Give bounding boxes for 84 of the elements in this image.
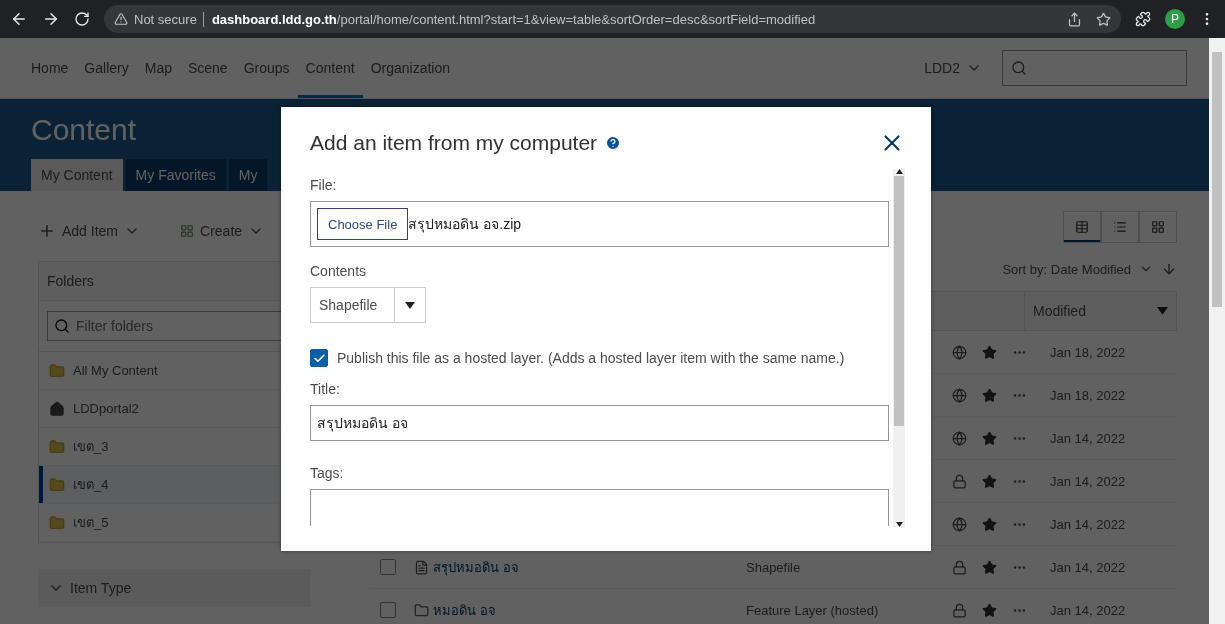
nav-link[interactable]: Home [23,38,77,98]
row-checkbox[interactable] [380,602,396,618]
contents-select[interactable]: Shapefile [310,287,426,323]
folder-icon [49,514,65,531]
share-icon[interactable] [1067,11,1082,27]
nav-link[interactable]: Content [297,38,363,98]
add-item-button[interactable]: Add Item [38,222,141,240]
caret-icon [1157,307,1168,315]
back-icon[interactable] [10,10,28,28]
caret-icon [405,301,415,309]
choose-file-button[interactable]: Choose File [317,208,409,240]
search-icon [1011,60,1027,76]
tab[interactable]: My [228,159,268,191]
dialog-title: Add an item from my computer [310,131,598,155]
warning-icon [114,12,128,26]
user-menu[interactable]: LDD2 [924,60,982,76]
tab[interactable]: My Favorites [125,159,226,191]
field-label: Title: [310,381,341,397]
favorite-icon[interactable] [982,344,997,360]
favorite-icon[interactable] [982,602,997,618]
item-title-link[interactable]: สรุปหมอดิน อจ [414,556,738,578]
check-icon [312,351,326,365]
nav-link[interactable]: Scene [179,38,236,98]
bookmark-icon[interactable] [1096,11,1111,27]
favorite-icon[interactable] [982,516,997,532]
view-toggle-button[interactable] [1063,211,1101,243]
table-cell-text: Jan 18, 2022 [1049,387,1127,403]
favorite-icon[interactable] [982,559,997,575]
file-name: สรุปหมอดิน อจ.zip [408,215,522,235]
plus-icon [38,222,56,240]
list-view-icon [1113,220,1127,234]
item-title-link[interactable]: หมอดิน อจ [414,599,738,621]
title-field[interactable]: สรุปหมอดิน อจ [310,405,889,441]
grid-view-icon [1151,220,1165,234]
nav-link[interactable]: Groups [235,38,298,98]
table-cell-text: Feature Layer (hosted) [745,602,880,618]
tab[interactable]: My Content [31,159,123,191]
view-toggle-button[interactable] [1101,211,1139,243]
file-field[interactable]: Choose File สรุปหมอดิน อจ.zip [310,201,889,247]
table-cell-text: Jan 14, 2022 [1049,516,1127,532]
table-cell-text: Jan 18, 2022 [1049,344,1127,360]
document-icon [414,559,429,575]
table-cell-text: Jan 14, 2022 [1049,559,1127,575]
security-label: Not secure [134,11,197,27]
table-cell-text: Shapefile [745,559,802,575]
dialog-scrollbar[interactable] [893,169,905,527]
row-checkbox[interactable] [380,559,396,575]
page-scrollbar[interactable] [1209,38,1225,624]
search-field[interactable] [1002,50,1187,86]
scroll-down-icon [895,522,903,527]
nav-link[interactable]: Map [136,38,180,98]
house-icon [49,400,65,417]
page-title: Content [31,113,137,147]
field-label: Contents [310,263,368,279]
folder-icon [49,476,65,493]
nav-link[interactable]: Organization [362,38,458,98]
field-label: File: [310,177,338,193]
table-view-icon [1075,220,1089,234]
forward-icon[interactable] [42,10,60,28]
tags-field[interactable] [310,489,889,526]
column-header[interactable]: Modified [1024,292,1176,330]
folder-icon [414,602,429,618]
item-type-filter[interactable]: Item Type [38,569,310,607]
table-cell-text: Jan 14, 2022 [1049,430,1127,446]
favorite-icon[interactable] [982,473,997,489]
publish-checkbox[interactable] [310,349,328,367]
url-text: dashboard.ldd.go.th/portal/home/content.html?start=1&view=table&sortOrder=desc&sortField=modified [202,11,816,27]
profile-avatar[interactable]: P [1165,9,1185,29]
table-cell-text: Jan 14, 2022 [1049,602,1127,618]
help-icon[interactable] [605,135,622,151]
folder-icon [49,438,65,455]
nav-link[interactable]: Gallery [76,38,137,98]
extensions-icon[interactable] [1135,11,1151,27]
field-label: Tags: [310,465,345,481]
publish-label: Publish this file as a hosted layer. (Adds a hosted layer item with the same name.) [337,350,845,366]
view-toggle-button[interactable] [1139,211,1177,243]
folder-icon [49,362,65,379]
address-bar[interactable]: Not secure dashboard.ldd.go.th/portal/home/content.html?start=1&view=table&sortOrder=desc&sortField=modified [104,5,1121,33]
table-cell-text: Jan 14, 2022 [1049,473,1127,489]
reload-icon[interactable] [74,11,90,27]
create-button[interactable]: Create [180,223,265,239]
favorite-icon[interactable] [982,430,997,446]
sort-dropdown[interactable]: Sort by: Date Modified [1002,261,1131,277]
favorite-icon[interactable] [982,387,997,403]
